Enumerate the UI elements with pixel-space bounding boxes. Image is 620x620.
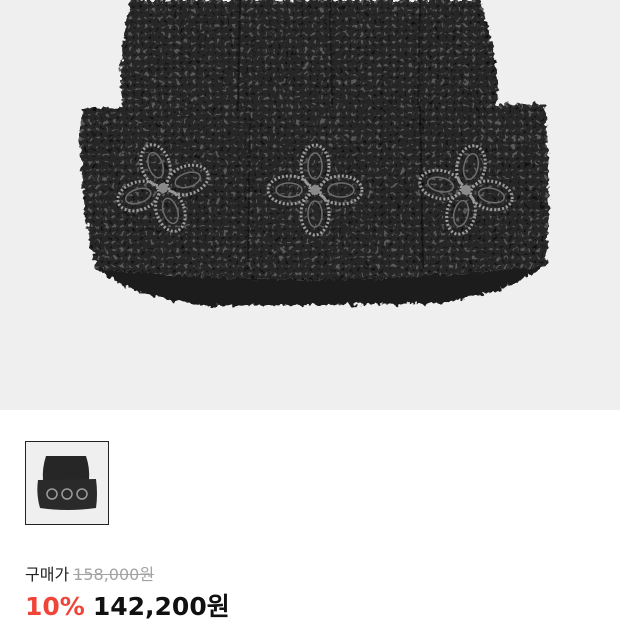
thumbnail-item[interactable]	[25, 441, 109, 525]
product-page: 구매가 158,000원 10% 142,200원	[0, 0, 620, 620]
sale-price-row: 10% 142,200원	[25, 591, 605, 620]
buy-price-label: 구매가	[25, 565, 70, 584]
product-image[interactable]	[0, 0, 620, 410]
beanie-image	[0, 0, 620, 410]
original-price-row: 구매가 158,000원	[25, 564, 605, 586]
price-section: 구매가 158,000원 10% 142,200원	[25, 564, 605, 620]
thumbnail-list	[25, 441, 109, 525]
beanie-thumbnail-image	[26, 442, 108, 524]
discount-rate: 10%	[25, 592, 85, 620]
original-price: 158,000원	[73, 565, 155, 584]
sale-price: 142,200원	[92, 592, 230, 620]
